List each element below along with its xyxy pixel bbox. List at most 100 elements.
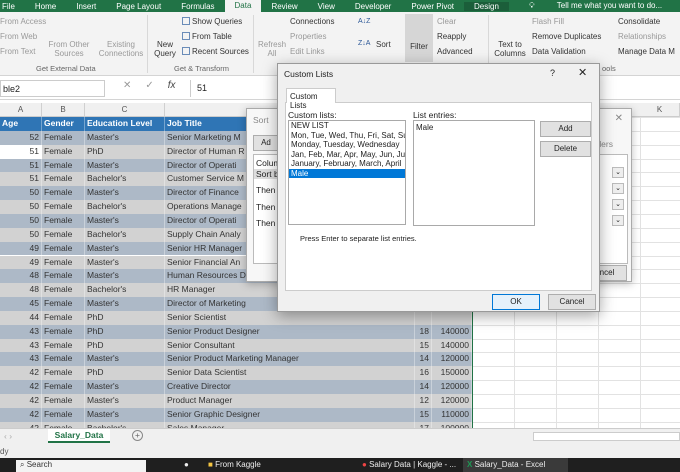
table-cell[interactable]: 140000 (432, 338, 472, 353)
table-cell[interactable]: 120000 (432, 380, 472, 394)
table-cell[interactable]: Product Manager (165, 394, 415, 408)
tab-formulas[interactable]: Formulas (171, 2, 224, 11)
table-cell[interactable]: Master's (85, 241, 165, 256)
table-cell[interactable]: 48 (0, 269, 42, 284)
from-web-button[interactable]: From Web (0, 32, 37, 41)
tab-power-pivot[interactable]: Power Pivot (401, 2, 464, 11)
table-header-cell[interactable]: Gender (42, 117, 85, 131)
table-cell[interactable]: Female (42, 394, 85, 408)
horizontal-scrollbar[interactable] (533, 432, 680, 441)
table-cell[interactable]: 14 (415, 352, 432, 367)
table-cell[interactable]: Master's (85, 255, 165, 270)
help-icon[interactable]: ? (550, 68, 555, 78)
table-cell[interactable]: PhD (85, 338, 165, 353)
tab-file[interactable]: File (0, 2, 25, 11)
column-header-k[interactable]: K (640, 103, 680, 117)
table-cell[interactable]: 50 (0, 186, 42, 201)
properties-button[interactable]: Properties (290, 32, 326, 41)
tab-view[interactable]: View (308, 2, 345, 11)
table-cell[interactable]: 110000 (432, 407, 472, 422)
list-item[interactable]: Monday, Tuesday, Wednesday (289, 140, 405, 150)
tab-design[interactable]: Design (464, 1, 509, 11)
table-cell[interactable]: Female (42, 310, 85, 325)
table-cell[interactable]: 50 (0, 213, 42, 228)
table-cell[interactable]: Master's (85, 297, 165, 311)
sheet-nav-icons[interactable]: ‹ › (4, 431, 12, 441)
custom-lists-listbox[interactable]: NEW LIST Mon, Tue, Wed, Thu, Fri, Sat, S… (288, 120, 406, 225)
column-header-a[interactable]: A (0, 103, 42, 117)
table-cell[interactable]: Master's (85, 186, 165, 201)
table-cell[interactable]: 18 (415, 324, 432, 339)
table-cell[interactable] (432, 310, 472, 325)
tab-review[interactable]: Review (261, 2, 307, 11)
tab-home[interactable]: Home (25, 2, 66, 11)
table-cell[interactable]: Female (42, 172, 85, 187)
table-cell[interactable]: 150000 (432, 366, 472, 381)
enter-icon[interactable]: ✓ (145, 80, 153, 97)
table-cell[interactable]: Creative Director (165, 380, 415, 394)
table-cell[interactable]: Female (42, 297, 85, 311)
table-cell[interactable]: 42 (0, 366, 42, 381)
tab-custom-lists[interactable]: Custom Lists (286, 88, 336, 110)
cancel-button[interactable]: Cancel (548, 294, 596, 310)
sheet-tab-salary-data[interactable]: Salary_Data (48, 429, 110, 443)
consolidate-button[interactable]: Consolidate (618, 17, 660, 26)
table-cell[interactable]: Female (42, 366, 85, 381)
close-icon[interactable]: ✕ (578, 66, 587, 79)
reapply-button[interactable]: Reapply (437, 32, 466, 41)
cancel-icon[interactable]: ✕ (123, 80, 131, 97)
table-cell[interactable]: 12 (415, 394, 432, 408)
table-cell[interactable]: Female (42, 213, 85, 228)
remove-duplicates-button[interactable]: Remove Duplicates (532, 32, 601, 41)
table-cell[interactable]: Female (42, 255, 85, 270)
from-text-button[interactable]: From Text (0, 47, 35, 56)
table-cell[interactable]: Master's (85, 158, 165, 173)
table-cell[interactable]: Female (42, 158, 85, 173)
table-cell[interactable]: Female (42, 200, 85, 214)
tab-page-layout[interactable]: Page Layout (106, 2, 171, 11)
taskbar-excel[interactable]: X Salary_Data - Excel (463, 458, 568, 472)
connections-button[interactable]: Connections (290, 17, 334, 26)
chevron-down-icon[interactable]: ⌄ (612, 183, 624, 194)
table-cell[interactable]: 140000 (432, 324, 472, 339)
taskbar-folder[interactable]: ■ From Kaggle (208, 460, 261, 469)
table-cell[interactable]: Female (42, 241, 85, 256)
table-cell[interactable]: 49 (0, 255, 42, 270)
table-cell[interactable]: 42 (0, 380, 42, 394)
from-other-sources-button[interactable]: From Other Sources (48, 40, 90, 58)
data-validation-button[interactable]: Data Validation (532, 47, 586, 56)
table-cell[interactable]: 49 (0, 241, 42, 256)
list-item[interactable]: Jan, Feb, Mar, Apr, May, Jun, Jul (289, 150, 405, 160)
ok-button[interactable]: OK (492, 294, 540, 310)
tab-developer[interactable]: Developer (345, 2, 401, 11)
table-cell[interactable]: PhD (85, 310, 165, 325)
table-cell[interactable]: Female (42, 269, 85, 284)
table-cell[interactable]: 16 (415, 366, 432, 381)
delete-button[interactable]: Delete (540, 141, 591, 157)
table-cell[interactable]: Senior Product Marketing Manager (165, 352, 415, 367)
table-cell[interactable]: 50 (0, 227, 42, 242)
manage-data-model-button[interactable]: Manage Data M (618, 47, 680, 56)
table-cell[interactable]: 15 (415, 338, 432, 353)
table-cell[interactable]: Senior Graphic Designer (165, 407, 415, 422)
flash-fill-button[interactable]: Flash Fill (532, 17, 564, 26)
from-access-button[interactable]: From Access (0, 17, 46, 26)
table-cell[interactable]: 120000 (432, 394, 472, 408)
chevron-down-icon[interactable]: ⌄ (612, 199, 624, 210)
table-cell[interactable]: Master's (85, 352, 165, 367)
table-cell[interactable]: Bachelor's (85, 172, 165, 187)
table-cell[interactable]: 51 (0, 172, 42, 187)
table-cell[interactable]: 14 (415, 380, 432, 394)
table-cell[interactable]: Female (42, 324, 85, 339)
fx-icon[interactable]: fx (168, 80, 176, 97)
table-header-cell[interactable]: Age (0, 117, 42, 131)
sort-button[interactable]: Sort (376, 40, 391, 49)
table-cell[interactable]: 51 (0, 144, 42, 159)
add-button[interactable]: Add (540, 121, 591, 137)
table-cell[interactable]: Female (42, 130, 85, 145)
list-item-selected[interactable]: Male (289, 168, 405, 178)
tab-insert[interactable]: Insert (66, 2, 106, 11)
refresh-all-button[interactable]: Refresh All (258, 40, 286, 58)
new-query-button[interactable]: New Query (152, 40, 178, 58)
table-cell[interactable]: 43 (0, 338, 42, 353)
